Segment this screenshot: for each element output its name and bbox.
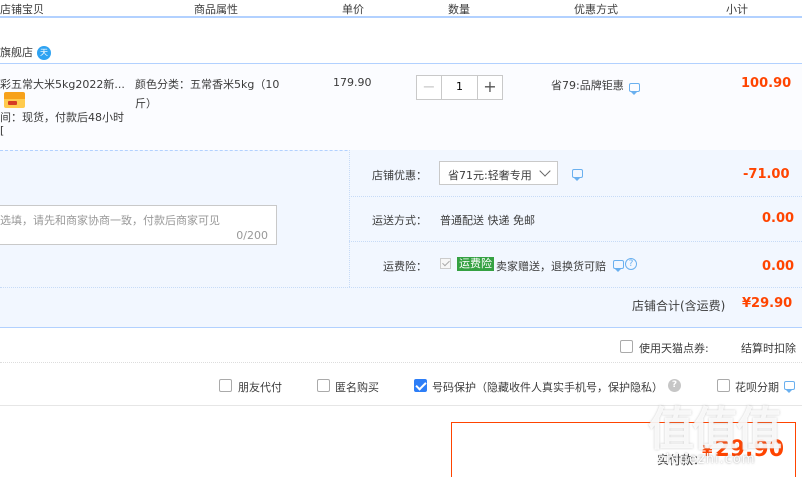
decrease-button[interactable]: − <box>417 76 442 99</box>
insurance-tag: 运费险 <box>457 257 494 271</box>
chevron-down-icon <box>539 165 551 177</box>
chat-icon[interactable] <box>784 381 795 393</box>
number-protect-checkbox[interactable] <box>414 379 427 392</box>
quantity-input[interactable]: 1 <box>442 80 477 93</box>
shop-name[interactable]: 旗舰店 <box>0 46 33 59</box>
cart-item-row: 彩五常大米5kg2022新... 间：现货，付款后48小时 [ 颜色分类：五常香… <box>0 63 802 151</box>
shop-discount-value: -71.00 <box>743 167 790 182</box>
tmall-badge-icon: 天 <box>37 46 51 60</box>
insurance-label: 运费险： <box>383 260 427 273</box>
table-header: 店铺宝贝 商品属性 单价 数量 优惠方式 小计 <box>0 0 802 18</box>
col-price: 单价 <box>342 3 364 16</box>
shipping-cost: 0.00 <box>762 211 795 226</box>
quantity-stepper[interactable]: − 1 + <box>416 75 503 100</box>
watermark-site: zhidezhi.com <box>658 452 756 467</box>
divider <box>349 196 802 197</box>
shop-discount-label: 店铺优惠： <box>372 169 427 182</box>
col-subtotal: 小计 <box>726 3 748 16</box>
credit-card-icon <box>4 92 25 108</box>
insurance-text: 卖家赠送，退换货可赔 <box>496 260 606 273</box>
col-shop-item: 店铺宝贝 <box>0 3 44 16</box>
item-discount: 省79:品牌钜惠 <box>551 79 624 92</box>
item-price: 179.90 <box>333 76 372 89</box>
divider <box>0 362 802 363</box>
col-attributes: 商品属性 <box>194 3 238 16</box>
insurance-cost: 0.00 <box>762 259 795 274</box>
huabei-checkbox[interactable] <box>717 379 730 392</box>
shop-total-label: 店铺合计(含运费) <box>632 299 726 313</box>
message-placeholder: 选填，请先和商家协商一致，付款后商家可见 <box>0 214 220 227</box>
increase-button[interactable]: + <box>477 76 502 99</box>
item-attribute-cont: 斤） <box>135 97 157 110</box>
friend-pay-checkbox[interactable] <box>219 379 232 392</box>
anonymous-label: 匿名购买 <box>335 381 379 394</box>
item-title[interactable]: 彩五常大米5kg2022新... <box>0 76 125 92</box>
tmall-points-checkbox[interactable] <box>620 340 633 353</box>
divider <box>349 241 802 242</box>
divider <box>0 287 802 288</box>
shop-name-row[interactable]: 旗舰店天 <box>0 44 51 60</box>
chat-icon[interactable] <box>629 83 640 95</box>
message-char-count: 0/200 <box>236 229 268 242</box>
help-icon[interactable]: ? <box>625 258 637 270</box>
help-icon[interactable]: ? <box>668 379 681 392</box>
chat-icon[interactable] <box>613 260 624 272</box>
tmall-points-label: 使用天猫点券: <box>639 342 709 355</box>
shop-total-value: ¥29.90 <box>742 296 793 311</box>
shipping-method-value: 普通配送 快递 免邮 <box>440 214 535 227</box>
watermark-logo: 值值值 <box>648 402 782 456</box>
insurance-checkbox <box>440 258 451 269</box>
buyer-message-input[interactable]: 选填，请先和商家协商一致，付款后商家可见 0/200 <box>0 205 277 245</box>
item-shipping-time: 间：现货，付款后48小时 <box>0 111 124 124</box>
col-discount: 优惠方式 <box>574 3 618 16</box>
friend-pay-label: 朋友代付 <box>238 381 282 394</box>
shipping-method-label: 运送方式： <box>372 214 427 227</box>
item-subtotal: 100.90 <box>741 76 792 91</box>
chat-icon[interactable] <box>572 169 583 181</box>
number-protect-label: 号码保护（隐藏收件人真实手机号，保护隐私） <box>432 381 663 394</box>
settle-deduct-text: 结算时扣除 <box>741 342 796 355</box>
shop-discount-select[interactable]: 省71元:轻奢专用 <box>439 161 558 185</box>
col-quantity: 数量 <box>448 3 470 16</box>
shop-discount-selected: 省71元:轻奢专用 <box>448 169 532 182</box>
item-attribute: 颜色分类：五常香米5kg（10 <box>135 78 280 91</box>
item-shipping-time-cont: [ <box>0 124 5 137</box>
anonymous-checkbox[interactable] <box>317 379 330 392</box>
